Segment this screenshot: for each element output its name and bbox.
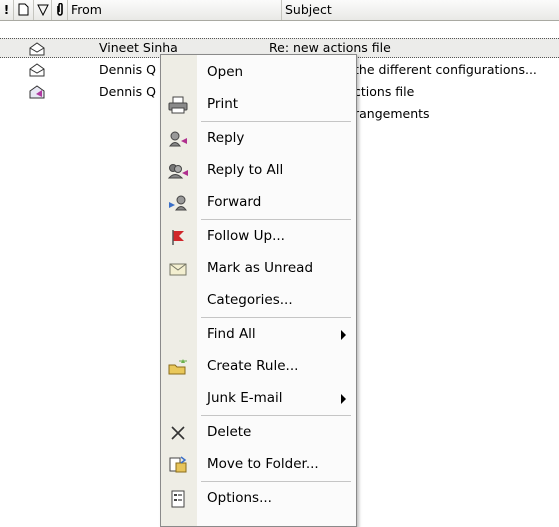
message-subject: the different configurations... (354, 62, 537, 77)
icon-column-header[interactable] (14, 0, 34, 20)
importance-column-header[interactable]: ! (0, 0, 14, 20)
document-icon (18, 3, 29, 16)
menu-item-reply-all[interactable]: Reply to All (161, 155, 356, 186)
submenu-arrow-icon (341, 394, 346, 404)
menu-separator (201, 481, 351, 482)
menu-item-forward[interactable]: Forward (161, 187, 356, 218)
menu-item-create-rule[interactable]: Create Rule... (161, 351, 356, 382)
menu-item-delete[interactable]: Delete (161, 417, 356, 448)
menu-item-move-to-folder[interactable]: Move to Folder... (161, 449, 356, 480)
menu-item-find-all[interactable]: Find All (161, 319, 356, 350)
envelope-read-icon (29, 63, 45, 77)
move-folder-icon (169, 456, 187, 473)
reply-all-icon (167, 164, 188, 179)
flag-outline-icon (36, 4, 49, 17)
menu-separator (201, 121, 351, 122)
menu-item-open[interactable]: Open (161, 57, 356, 88)
context-menu: Open Print Reply Reply to All Forward Fo… (160, 54, 357, 527)
menu-item-junk-email[interactable]: Junk E-mail (161, 383, 356, 414)
flag-status-column-header[interactable] (34, 0, 52, 20)
forward-icon (169, 195, 187, 211)
options-icon (171, 490, 185, 508)
flag-icon (172, 230, 184, 245)
printer-icon (168, 96, 188, 114)
envelope-read-icon (29, 42, 45, 56)
paperclip-icon (56, 2, 63, 16)
menu-separator (201, 317, 351, 318)
create-rule-icon (168, 359, 187, 375)
delete-x-icon (171, 426, 185, 440)
from-column-header[interactable]: From (68, 0, 282, 20)
column-header: ! From Subject (0, 0, 559, 21)
envelope-icon (169, 263, 187, 276)
attachment-column-header[interactable] (52, 0, 68, 20)
subject-column-header[interactable]: Subject (282, 0, 559, 20)
envelope-replied-icon (29, 85, 45, 99)
menu-separator (201, 219, 351, 220)
message-subject: ctions file (354, 84, 415, 99)
menu-item-reply[interactable]: Reply (161, 123, 356, 154)
message-subject: rangements (354, 106, 430, 121)
submenu-arrow-icon (341, 330, 346, 340)
menu-separator (201, 415, 351, 416)
menu-item-options[interactable]: Options... (161, 483, 356, 514)
menu-item-print[interactable]: Print (161, 89, 356, 120)
menu-item-follow-up[interactable]: Follow Up... (161, 221, 356, 252)
menu-item-categories[interactable]: Categories... (161, 285, 356, 316)
reply-icon (169, 131, 187, 147)
menu-item-mark-as-unread[interactable]: Mark as Unread (161, 253, 356, 284)
